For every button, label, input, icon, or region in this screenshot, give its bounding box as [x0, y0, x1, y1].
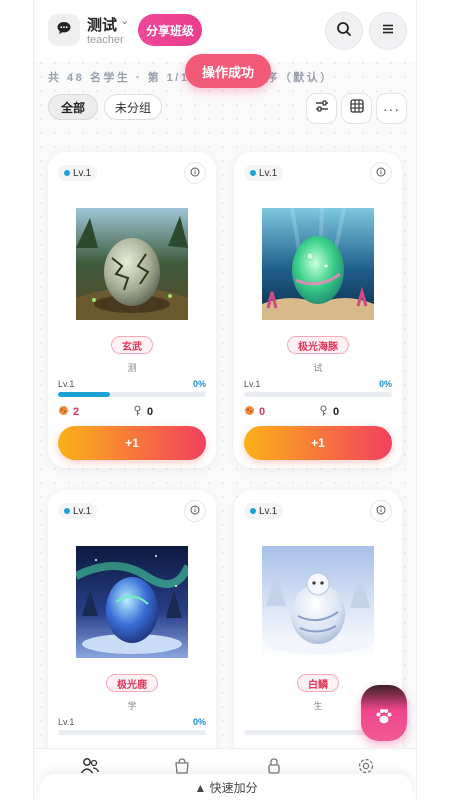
info-button[interactable]: [184, 162, 206, 184]
quick-score-bar[interactable]: ▲ 快速加分: [40, 774, 412, 800]
class-avatar[interactable]: [48, 14, 80, 46]
progress-level-label: Lv.1: [58, 379, 75, 389]
level-text: Lv.1: [259, 167, 278, 179]
progress-percent: 0%: [192, 379, 206, 389]
info-icon: [190, 164, 200, 182]
sort-settings-button[interactable]: [306, 93, 337, 124]
food-count: 2: [58, 405, 79, 419]
key-count-value: 0: [333, 406, 340, 418]
add-point-button[interactable]: +1: [244, 426, 392, 460]
level-badge: Lv.1: [58, 503, 98, 519]
info-icon: [190, 502, 200, 520]
level-dot-icon: [250, 170, 256, 176]
progress-percent: 0%: [378, 379, 392, 389]
key-icon: [132, 405, 143, 419]
pet-name-tag: 极光鹿: [106, 674, 158, 692]
progress-percent: 0%: [192, 717, 206, 727]
layout-button[interactable]: [341, 93, 372, 124]
progress-bar: [244, 392, 392, 397]
student-name: 学: [127, 701, 137, 711]
level-text: Lv.1: [73, 505, 92, 517]
progress-level-label: Lv.1: [244, 379, 261, 389]
progress-fill: [58, 392, 110, 397]
info-icon: [376, 164, 386, 182]
key-count: 0: [132, 405, 153, 419]
paw-icon: [374, 706, 394, 731]
student-name: 试: [313, 363, 323, 373]
top-bar: 测试 ⌄ teacher 分享班级: [34, 0, 416, 62]
level-dot-icon: [250, 508, 256, 514]
add-point-button[interactable]: +1: [58, 426, 206, 460]
menu-icon: [380, 21, 396, 42]
student-name: 测: [127, 363, 137, 373]
pet-name-tag: 玄武: [111, 336, 153, 354]
menu-button[interactable]: [369, 12, 407, 50]
filter-ungrouped-button[interactable]: 未分组: [104, 94, 162, 120]
pet-egg-image[interactable]: [76, 546, 188, 658]
toast-message: 操作成功: [185, 54, 271, 88]
pet-egg-image[interactable]: [76, 208, 188, 320]
share-class-button[interactable]: 分享班级: [138, 14, 202, 46]
student-card[interactable]: Lv.1 玄武 测 Lv.1 0% 2 0 +1: [48, 152, 216, 468]
chat-bubble-icon: [56, 20, 72, 41]
food-count: 0: [244, 405, 265, 419]
search-icon: [336, 21, 352, 42]
grid-icon: [349, 98, 365, 119]
progress-bar: [58, 730, 206, 735]
level-badge: Lv.1: [244, 503, 284, 519]
chevron-down-icon[interactable]: ⌄: [120, 14, 129, 27]
pet-egg-image[interactable]: [262, 546, 374, 658]
info-button[interactable]: [184, 500, 206, 522]
more-icon: ···: [383, 100, 400, 117]
info-button[interactable]: [370, 162, 392, 184]
level-dot-icon: [64, 170, 70, 176]
food-count-value: 0: [259, 406, 266, 418]
info-icon: [376, 502, 386, 520]
food-icon: [244, 405, 255, 419]
search-button[interactable]: [325, 12, 363, 50]
progress-level-label: Lv.1: [58, 717, 75, 727]
student-card[interactable]: Lv.1 极光海豚 试 Lv.1 0% 0 0 +1: [234, 152, 402, 468]
level-badge: Lv.1: [58, 165, 98, 181]
key-count-value: 0: [147, 406, 154, 418]
key-icon: [318, 405, 329, 419]
key-count: 0: [318, 405, 339, 419]
sliders-icon: [314, 98, 330, 119]
more-options-button[interactable]: ···: [376, 93, 407, 124]
progress-bar: [58, 392, 206, 397]
user-role: teacher: [87, 34, 124, 46]
pet-egg-image[interactable]: [262, 208, 374, 320]
info-button[interactable]: [370, 500, 392, 522]
level-dot-icon: [64, 508, 70, 514]
pet-name-tag: 白鳞: [297, 674, 339, 692]
food-count-value: 2: [73, 406, 80, 418]
pet-name-tag: 极光海豚: [287, 336, 349, 354]
pet-fab-button[interactable]: [361, 685, 407, 741]
level-badge: Lv.1: [244, 165, 284, 181]
app-frame: 测试 ⌄ teacher 分享班级 共 48 名学生 · 第 1/1 页 · 座…: [33, 0, 417, 800]
level-text: Lv.1: [73, 167, 92, 179]
filter-all-button[interactable]: 全部: [48, 94, 98, 120]
food-icon: [58, 405, 69, 419]
level-text: Lv.1: [259, 505, 278, 517]
class-name[interactable]: 测试: [87, 14, 117, 35]
